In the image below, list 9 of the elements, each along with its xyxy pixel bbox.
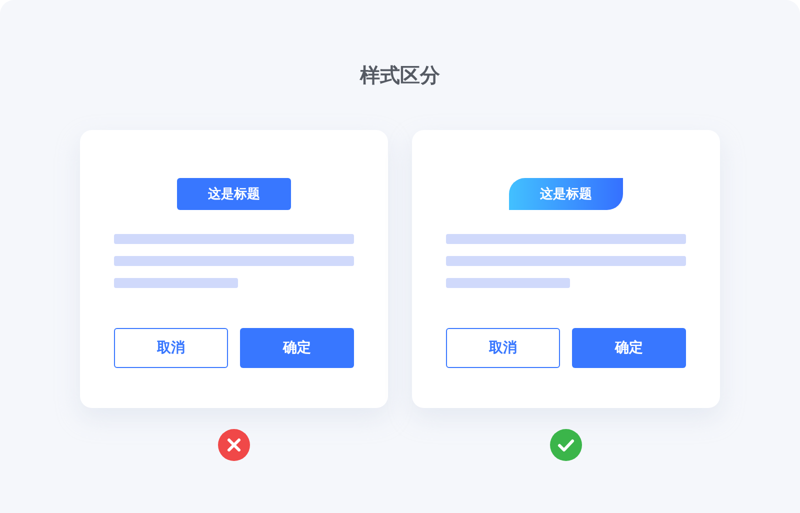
- confirm-button[interactable]: 确定: [572, 328, 686, 368]
- cancel-button[interactable]: 取消: [446, 328, 560, 368]
- page-title: 样式区分: [360, 62, 440, 89]
- confirm-button[interactable]: 确定: [240, 328, 354, 368]
- cross-icon: [218, 429, 250, 461]
- title-tag: 这是标题: [177, 178, 291, 210]
- checkmark-icon: [550, 429, 582, 461]
- cancel-button[interactable]: 取消: [114, 328, 228, 368]
- title-tag: 这是标题: [509, 178, 623, 210]
